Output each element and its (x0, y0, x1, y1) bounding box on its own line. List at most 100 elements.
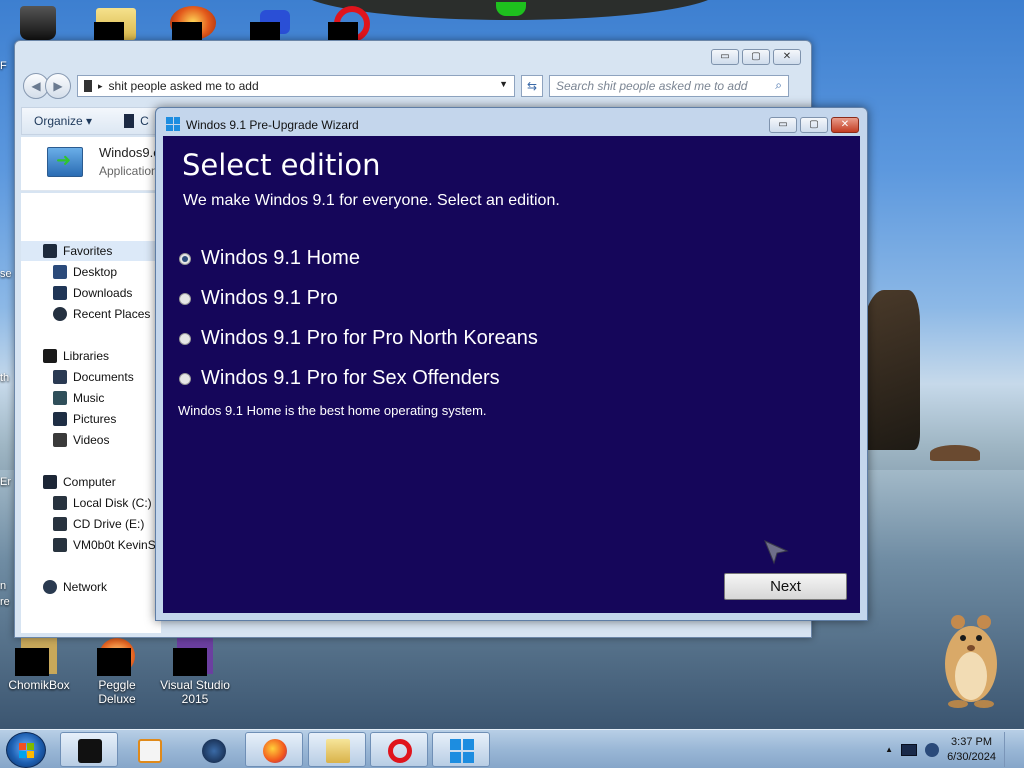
radio-button-selected[interactable] (179, 252, 191, 265)
desktop-icon-visual-studio[interactable]: Visual Studio 2015 (156, 638, 234, 706)
mouse-cursor-icon (764, 540, 789, 565)
nav-item-documents[interactable]: Documents (21, 367, 134, 387)
desktop-icon (53, 265, 67, 279)
network-status-icon[interactable] (925, 742, 940, 757)
wizard-titlebar[interactable]: Windos 9.1 Pre-Upgrade Wizard ▭ ▢ ✕ (156, 108, 867, 136)
downloads-icon (53, 286, 67, 300)
wallpaper-rock-small (930, 445, 980, 461)
radio-button[interactable] (179, 332, 191, 345)
nav-item-network-share[interactable]: VM0b0t KevinSi (21, 535, 158, 555)
taskbar-app-media-player[interactable] (120, 732, 178, 767)
folder-icon (84, 80, 92, 92)
edition-option-pro[interactable]: Windos 9.1 Pro (179, 287, 338, 310)
desktop-edge-text: th (0, 372, 10, 384)
desktop-icon-recycle-bin[interactable] (20, 6, 56, 40)
edition-option-home[interactable]: Windos 9.1 Home (179, 247, 360, 270)
desktop-icon-folder[interactable] (94, 8, 136, 42)
start-button[interactable] (6, 732, 46, 768)
toolbar-item[interactable]: C (124, 114, 149, 128)
next-button[interactable]: Next (724, 573, 847, 600)
globe-icon (202, 739, 226, 763)
desktop-icon-teapot[interactable] (250, 6, 296, 42)
nav-item-network[interactable]: Network (21, 577, 107, 597)
wizard-content: Select edition We make Windos 9.1 for ev… (163, 136, 860, 613)
maximize-button[interactable]: ▢ (800, 117, 828, 133)
chomikbox-icon (15, 638, 57, 676)
recent-places-icon (53, 307, 67, 321)
minimize-button[interactable]: ▭ (769, 117, 797, 133)
edition-option-label: Windos 9.1 Pro for Sex Offenders (201, 367, 500, 389)
black-box-icon (78, 739, 102, 763)
nav-item-cd-drive[interactable]: CD Drive (E:) (21, 514, 144, 534)
nav-item-pictures[interactable]: Pictures (21, 409, 116, 429)
desktop-icon-opera-top[interactable] (328, 6, 374, 42)
search-placeholder: Search shit people asked me to add (556, 79, 748, 93)
organize-button[interactable]: Organize ▾ (34, 114, 92, 128)
taskbar-app-opera[interactable] (370, 732, 428, 767)
hamster-desktop-pet[interactable] (938, 604, 1004, 708)
close-button[interactable]: ✕ (831, 117, 859, 133)
disk-icon (53, 496, 67, 510)
nav-item-libraries[interactable]: Libraries (21, 346, 109, 366)
firefox-icon (263, 739, 287, 763)
nav-item-label: Local Disk (C:) (73, 496, 152, 510)
nav-item-label: Videos (73, 433, 110, 447)
nav-item-favorites[interactable]: Favorites (21, 241, 161, 261)
radio-button[interactable] (179, 292, 191, 305)
show-desktop-button[interactable] (1004, 732, 1014, 767)
edition-option-label: Windos 9.1 Pro (201, 287, 338, 309)
desktop-icon-media[interactable] (170, 6, 216, 42)
taskbar: ▲ 3:37 PM 6/30/2024 (0, 729, 1024, 768)
file-name: Windos9.e (99, 145, 161, 160)
wizard-caption-buttons: ▭ ▢ ✕ (769, 117, 859, 133)
desktop-edge-text: se (0, 268, 12, 280)
page-title: Select edition (182, 148, 381, 182)
chevron-down-icon[interactable]: ▼ (499, 79, 508, 89)
toolbar-item-label: C (140, 114, 149, 128)
media-player-icon (138, 739, 162, 763)
desktop-edge-text: F (0, 60, 7, 72)
nav-item-label: Desktop (73, 265, 118, 279)
desktop-icon-label: ChomikBox (8, 678, 70, 692)
show-hidden-icons-button[interactable]: ▲ (885, 745, 893, 754)
taskbar-app-wizard[interactable] (432, 732, 490, 767)
upgrade-wizard-window[interactable]: Windos 9.1 Pre-Upgrade Wizard ▭ ▢ ✕ Sele… (155, 107, 868, 621)
edition-option-pro-sex-offenders[interactable]: Windos 9.1 Pro for Sex Offenders (179, 367, 500, 390)
nav-item-recent-places[interactable]: Recent Places (21, 304, 150, 324)
edition-description: Windos 9.1 Home is the best home operati… (178, 403, 487, 418)
nav-item-label: Documents (73, 370, 134, 384)
nav-item-local-disk[interactable]: Local Disk (C:) (21, 493, 152, 513)
taskbar-app-globe[interactable] (184, 732, 242, 767)
nav-item-label: Network (63, 580, 108, 594)
taskbar-app-terminal[interactable] (60, 732, 118, 767)
nav-item-computer[interactable]: Computer (21, 472, 116, 492)
navigation-pane: Favorites Desktop Downloads Recent Place… (21, 193, 161, 633)
minimize-button[interactable]: ▭ (711, 49, 739, 65)
nav-item-music[interactable]: Music (21, 388, 104, 408)
taskbar-app-explorer[interactable] (308, 732, 366, 767)
nav-item-videos[interactable]: Videos (21, 430, 109, 450)
desktop-icon-peggle-deluxe[interactable]: Peggle Deluxe (78, 638, 156, 706)
search-icon[interactable]: ⌕ (775, 78, 782, 93)
installer-icon: ➜ (47, 147, 83, 177)
taskbar-app-firefox[interactable] (245, 732, 303, 767)
forward-button[interactable]: ▶ (45, 73, 71, 99)
nav-item-downloads[interactable]: Downloads (21, 283, 132, 303)
edition-option-pro-north-koreans[interactable]: Windos 9.1 Pro for Pro North Koreans (179, 327, 538, 350)
nav-item-desktop[interactable]: Desktop (21, 262, 117, 282)
cd-drive-icon (53, 517, 67, 531)
address-bar[interactable]: ▸ shit people asked me to add ▼ (77, 75, 515, 97)
close-button[interactable]: ✕ (773, 49, 801, 65)
search-input[interactable]: Search shit people asked me to add ⌕ (549, 75, 789, 97)
radio-button[interactable] (179, 372, 191, 385)
computer-icon (43, 475, 57, 489)
windows-logo-icon (450, 739, 474, 763)
display-icon[interactable] (901, 743, 918, 756)
refresh-button[interactable]: ⇆ (521, 75, 543, 97)
app-icon (124, 114, 135, 128)
desktop-icon-chomikbox[interactable]: ChomikBox (0, 638, 78, 692)
nav-item-label: Music (73, 391, 105, 405)
clock[interactable]: 3:37 PM 6/30/2024 (947, 735, 996, 765)
explorer-caption-buttons: ▭ ▢ ✕ (711, 49, 801, 65)
maximize-button[interactable]: ▢ (742, 49, 770, 65)
